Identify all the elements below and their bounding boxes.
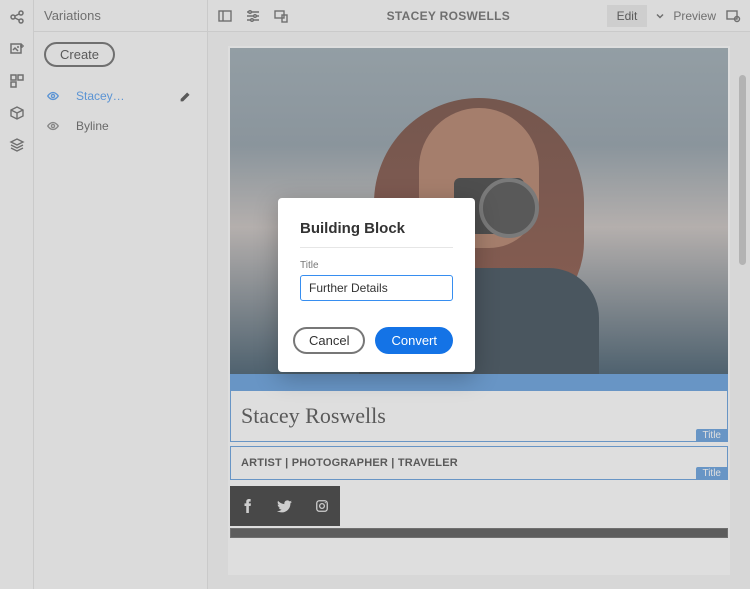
convert-button[interactable]: Convert xyxy=(375,327,453,354)
vertical-scrollbar[interactable] xyxy=(739,75,746,265)
component-chip[interactable]: Title xyxy=(696,467,727,480)
component-chip[interactable]: Title xyxy=(696,429,727,442)
variations-panel-title: Variations xyxy=(34,0,207,32)
twitter-icon[interactable] xyxy=(277,498,293,514)
cancel-button[interactable]: Cancel xyxy=(293,327,365,354)
layers-icon[interactable] xyxy=(8,136,26,154)
page-title: STACEY ROSWELLS xyxy=(300,9,597,23)
create-button[interactable]: Create xyxy=(44,42,115,67)
left-icon-rail xyxy=(0,0,34,589)
chevron-down-icon[interactable] xyxy=(655,11,665,21)
sliders-icon[interactable] xyxy=(244,7,262,25)
package-icon[interactable] xyxy=(8,104,26,122)
dialog-heading: Building Block xyxy=(300,220,453,248)
variation-label: Byline xyxy=(76,119,197,133)
title-input[interactable] xyxy=(300,275,453,301)
instagram-icon[interactable] xyxy=(314,498,330,514)
social-bar xyxy=(230,486,340,526)
visibility-icon[interactable] xyxy=(44,89,62,103)
devices-icon[interactable] xyxy=(272,7,290,25)
title-text: Stacey Roswells xyxy=(231,391,727,441)
selection-bar[interactable] xyxy=(230,374,728,390)
subtitle-component[interactable]: ARTIST | PHOTOGRAPHER | TRAVELER Title xyxy=(230,446,728,480)
variation-item-byline[interactable]: Byline xyxy=(44,111,197,141)
subtitle-text: ARTIST | PHOTOGRAPHER | TRAVELER xyxy=(231,447,727,479)
horizontal-scroll[interactable] xyxy=(230,528,728,538)
image-plus-icon[interactable] xyxy=(8,40,26,58)
building-block-dialog: Building Block Title Cancel Convert xyxy=(278,198,475,372)
editor-toolbar: STACEY ROSWELLS Edit Preview xyxy=(208,0,750,32)
pencil-icon[interactable] xyxy=(179,90,197,103)
panel-toggle-icon[interactable] xyxy=(216,7,234,25)
variations-panel: Variations Create Stacey… Byli xyxy=(34,0,208,589)
variation-item-stacey[interactable]: Stacey… xyxy=(44,81,197,111)
components-icon[interactable] xyxy=(8,72,26,90)
facebook-icon[interactable] xyxy=(240,498,256,514)
share-icon[interactable] xyxy=(8,8,26,26)
title-field-label: Title xyxy=(300,260,453,271)
visibility-icon[interactable] xyxy=(44,119,62,133)
preview-settings-icon[interactable] xyxy=(724,7,742,25)
variation-label: Stacey… xyxy=(76,89,179,103)
edit-mode-button[interactable]: Edit xyxy=(607,5,648,27)
title-component[interactable]: Stacey Roswells Title xyxy=(230,390,728,442)
preview-button[interactable]: Preview xyxy=(673,9,716,23)
